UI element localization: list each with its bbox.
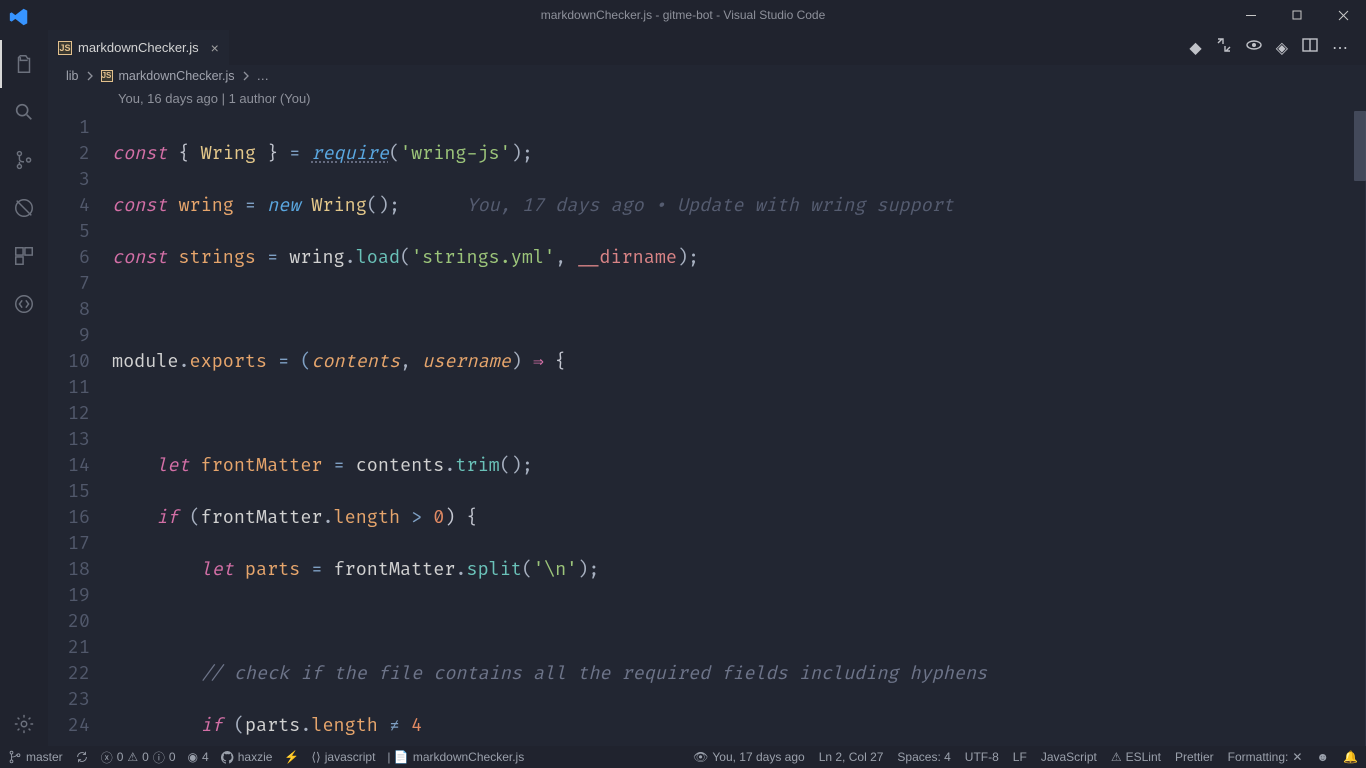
status-blame[interactable]: 👁 You, 17 days ago bbox=[693, 750, 805, 764]
debug-icon[interactable] bbox=[0, 184, 48, 232]
extensions-icon[interactable] bbox=[0, 232, 48, 280]
scrollbar-thumb[interactable] bbox=[1354, 111, 1366, 181]
gitlens-icon[interactable]: ◆ bbox=[1189, 38, 1201, 58]
compare-icon[interactable] bbox=[1216, 37, 1232, 58]
status-spaces[interactable]: Spaces: 4 bbox=[897, 750, 950, 764]
liveshare-icon[interactable] bbox=[0, 280, 48, 328]
status-bar: master ⓧ0 ⚠0 ⓘ0 ◉4 haxzie ⚡ ⟨⟩ javascrip… bbox=[0, 746, 1366, 768]
status-sync[interactable] bbox=[75, 750, 89, 764]
maximize-button[interactable] bbox=[1274, 0, 1320, 30]
settings-gear-icon[interactable] bbox=[0, 700, 48, 748]
more-actions-icon[interactable]: ⋯ bbox=[1332, 38, 1348, 58]
status-prettier[interactable]: Prettier bbox=[1175, 750, 1214, 764]
status-lang-indicator[interactable]: ⟨⟩ javascript bbox=[311, 750, 375, 764]
editor-scrollbar[interactable] bbox=[1352, 111, 1366, 748]
status-encoding[interactable]: UTF-8 bbox=[965, 750, 999, 764]
code-content[interactable]: const { Wring } = require('wring-js'); c… bbox=[112, 111, 1366, 748]
window-title: markdownChecker.js - gitme-bot - Visual … bbox=[541, 8, 826, 22]
status-formatting[interactable]: Formatting: ✕ bbox=[1228, 750, 1303, 764]
vscode-logo-icon bbox=[8, 6, 30, 31]
search-icon[interactable] bbox=[0, 88, 48, 136]
status-bell-icon[interactable]: 🔔 bbox=[1343, 750, 1358, 764]
diamond-icon[interactable]: ◈ bbox=[1276, 38, 1288, 58]
js-file-icon: JS bbox=[58, 41, 72, 55]
titlebar: markdownChecker.js - gitme-bot - Visual … bbox=[0, 0, 1366, 30]
window-controls bbox=[1228, 0, 1366, 30]
status-github-user[interactable]: haxzie bbox=[221, 750, 273, 764]
status-language[interactable]: JavaScript bbox=[1041, 750, 1097, 764]
breadcrumbs[interactable]: lib JS markdownChecker.js … bbox=[48, 65, 1366, 87]
status-file[interactable]: | 📄 markdownChecker.js bbox=[387, 750, 524, 764]
line-numbers: 123456789101112131415161718192021222324 bbox=[48, 111, 112, 748]
js-file-icon: JS bbox=[101, 70, 113, 82]
codelens-authors[interactable]: You, 16 days ago | 1 author (You) bbox=[48, 87, 1366, 111]
activity-bar bbox=[0, 30, 48, 748]
close-button[interactable] bbox=[1320, 0, 1366, 30]
split-editor-icon[interactable] bbox=[1302, 37, 1318, 58]
breadcrumb-file: markdownChecker.js bbox=[119, 69, 235, 83]
status-cursor[interactable]: Ln 2, Col 27 bbox=[819, 750, 884, 764]
editor-actions: ◆ ◈ ⋯ bbox=[1189, 30, 1366, 65]
code-editor[interactable]: 123456789101112131415161718192021222324 … bbox=[48, 111, 1366, 748]
breadcrumb-folder: lib bbox=[66, 69, 79, 83]
minimize-button[interactable] bbox=[1228, 0, 1274, 30]
breadcrumb-ellipsis: … bbox=[257, 69, 270, 83]
status-feedback-icon[interactable]: ☻ bbox=[1316, 750, 1329, 764]
status-signal[interactable]: ◉4 bbox=[188, 750, 209, 764]
inline-blame: You, 17 days ago • Update with wring sup… bbox=[467, 194, 954, 217]
tab-label: markdownChecker.js bbox=[78, 40, 199, 55]
editor-tabs: JS markdownChecker.js × ◆ ◈ ⋯ bbox=[48, 30, 1366, 65]
tab-markdown-checker[interactable]: JS markdownChecker.js × bbox=[48, 30, 229, 65]
status-bolt[interactable]: ⚡ bbox=[284, 750, 299, 764]
preview-icon[interactable] bbox=[1246, 37, 1262, 58]
source-control-icon[interactable] bbox=[0, 136, 48, 184]
chevron-right-icon bbox=[241, 71, 251, 81]
explorer-icon[interactable] bbox=[0, 40, 48, 88]
status-problems[interactable]: ⓧ0 ⚠0 ⓘ0 bbox=[101, 749, 176, 766]
status-branch[interactable]: master bbox=[8, 750, 63, 764]
close-tab-icon[interactable]: × bbox=[211, 40, 219, 56]
status-eslint[interactable]: ⚠ ESLint bbox=[1111, 750, 1161, 764]
status-eol[interactable]: LF bbox=[1013, 750, 1027, 764]
chevron-right-icon bbox=[85, 71, 95, 81]
